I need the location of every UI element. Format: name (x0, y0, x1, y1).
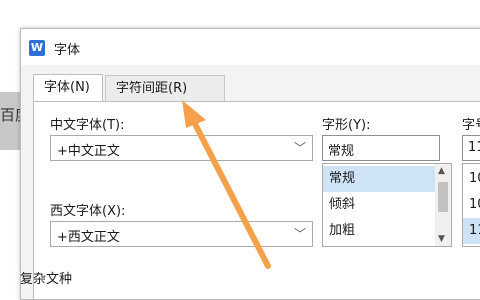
chinese-font-value: +中文正文 (57, 144, 120, 159)
font-style-input[interactable]: 常规 (322, 135, 440, 161)
tab-font[interactable]: 字体(N) (33, 74, 103, 102)
chevron-down-icon: ﹀ (293, 141, 306, 155)
scroll-up-icon[interactable]: ▲ (438, 166, 445, 176)
complex-script-section-label: 复杂文种 (20, 272, 73, 287)
chevron-down-icon: ﹀ (293, 227, 306, 241)
font-style-option-regular[interactable]: 常规 (323, 166, 435, 192)
chinese-font-label: 中文字体(T): (50, 118, 125, 133)
font-style-list[interactable]: 常规 倾斜 加粗 ▲ ▼ (322, 163, 452, 247)
tab-character-spacing[interactable]: 字符间距(R) (105, 75, 225, 101)
font-dialog: W 字体 字符间距(R) 字体(N) 中文字体(T): +中文正文 ﹀ 西文字体… (20, 28, 480, 300)
font-size-label: 字号 (462, 118, 480, 133)
font-tab-panel: 中文字体(T): +中文正文 ﹀ 西文字体(X): +西文正文 ﹀ 字形(Y):… (33, 101, 480, 299)
scrollbar-thumb[interactable] (438, 182, 448, 212)
western-font-label: 西文字体(X): (50, 204, 126, 219)
font-size-list[interactable]: 10 10 11 (462, 163, 480, 247)
dialog-title: 字体 (54, 43, 81, 58)
font-style-option-bold[interactable]: 加粗 (323, 218, 435, 244)
wps-writer-icon: W (29, 40, 45, 56)
title-bar[interactable]: W 字体 (21, 29, 480, 65)
font-size-option[interactable]: 10 (463, 166, 480, 192)
font-size-value: 11 (468, 140, 480, 155)
chinese-font-select[interactable]: +中文正文 ﹀ (50, 135, 313, 161)
font-size-option[interactable]: 11 (463, 218, 480, 244)
font-style-scrollbar[interactable]: ▲ ▼ (435, 164, 451, 246)
font-size-input[interactable]: 11 (462, 135, 480, 161)
western-font-value: +西文正文 (57, 230, 120, 245)
font-style-value: 常规 (328, 144, 355, 159)
font-size-option[interactable]: 10 (463, 192, 480, 218)
scroll-down-icon[interactable]: ▼ (438, 234, 445, 244)
font-style-option-italic[interactable]: 倾斜 (323, 192, 435, 218)
font-style-label: 字形(Y): (322, 118, 371, 133)
western-font-select[interactable]: +西文正文 ﹀ (50, 221, 313, 247)
